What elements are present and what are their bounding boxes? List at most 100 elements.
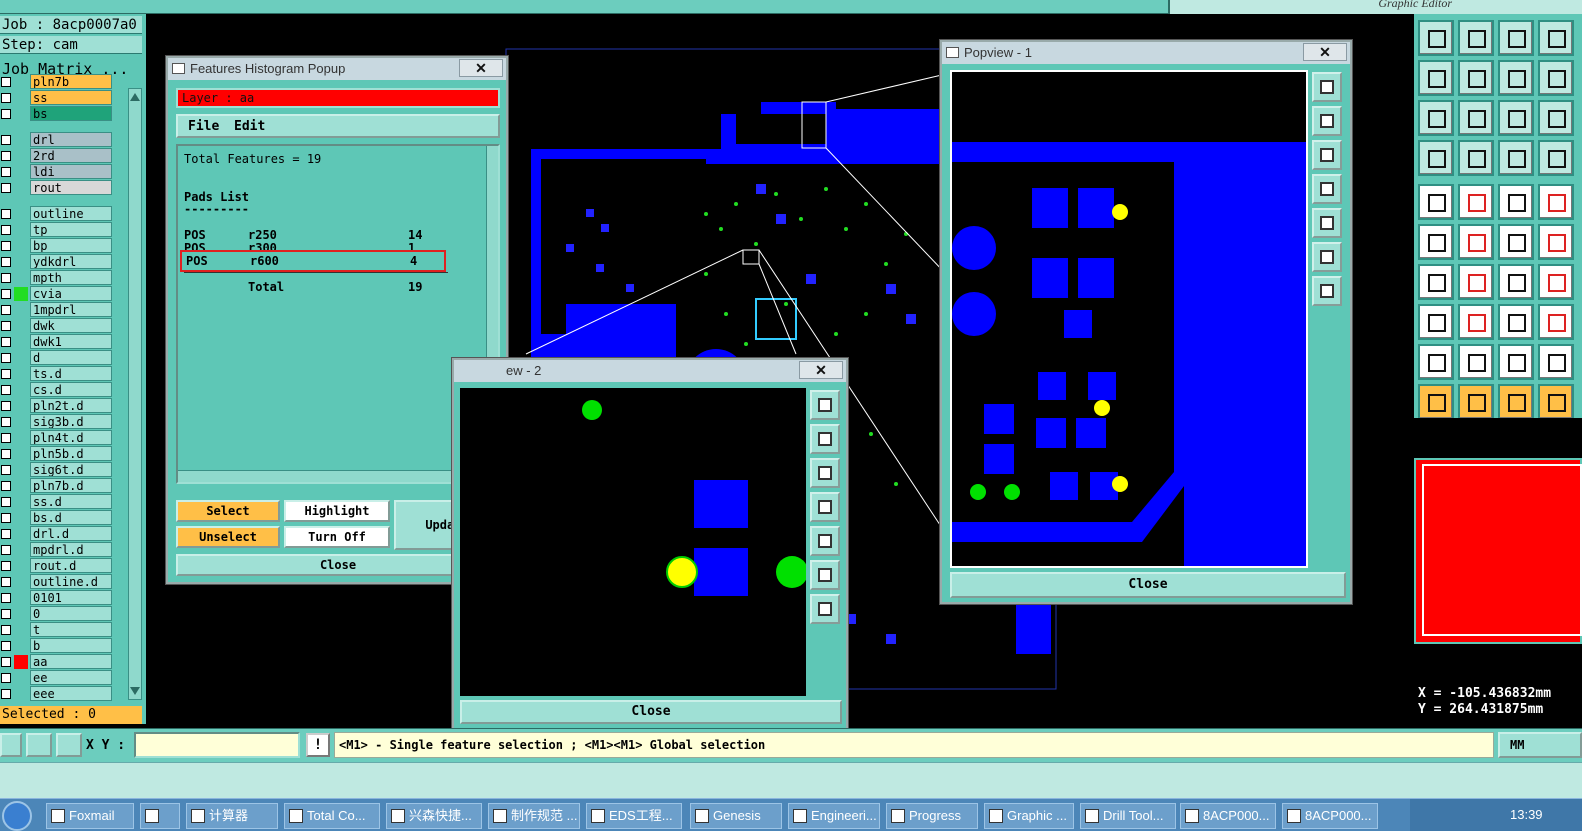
- popview-2-titlebar[interactable]: ew - 2 ✕: [454, 360, 846, 382]
- connect-icon[interactable]: [1418, 224, 1454, 260]
- zoom-out-button[interactable]: [810, 594, 840, 624]
- checkbox-icon[interactable]: [1, 305, 11, 315]
- grid-icon[interactable]: [56, 733, 82, 757]
- layer-row[interactable]: 2rd: [0, 148, 128, 164]
- taskbar-item[interactable]: Genesis: [690, 803, 782, 829]
- layer-row[interactable]: drl.d: [0, 526, 128, 542]
- layer-name[interactable]: tp: [30, 222, 112, 237]
- layer-name[interactable]: drl.d: [30, 526, 112, 541]
- checkbox-icon[interactable]: [1, 673, 11, 683]
- clip-icon[interactable]: [1418, 304, 1454, 340]
- checkbox-icon[interactable]: [1, 257, 11, 267]
- taskbar-item[interactable]: Graphic ...: [984, 803, 1074, 829]
- layer-row[interactable]: cs.d: [0, 382, 128, 398]
- layer-row[interactable]: pln7b: [0, 74, 128, 90]
- open-icon[interactable]: [1418, 20, 1454, 56]
- checkbox-icon[interactable]: [1, 609, 11, 619]
- histogram-titlebar[interactable]: Features Histogram Popup ✕: [168, 58, 506, 80]
- layer-icon[interactable]: [1498, 140, 1534, 176]
- select-button[interactable]: Select: [176, 500, 280, 522]
- highlight-button[interactable]: Highlight: [284, 500, 390, 522]
- checkbox-icon[interactable]: [1, 657, 11, 667]
- checkbox-icon[interactable]: [1, 433, 11, 443]
- line-icon[interactable]: [1458, 304, 1494, 340]
- layer-row[interactable]: 0101: [0, 590, 128, 606]
- layer-row[interactable]: ss.d: [0, 494, 128, 510]
- layer-row[interactable]: rout: [0, 180, 128, 196]
- layer-row[interactable]: dwk: [0, 318, 128, 334]
- xy-input[interactable]: [134, 732, 300, 758]
- layer-row[interactable]: bs.d: [0, 510, 128, 526]
- layer-name[interactable]: bp: [30, 238, 112, 253]
- checkbox-icon[interactable]: [1, 109, 11, 119]
- checkbox-icon[interactable]: [1, 513, 11, 523]
- layer-row[interactable]: cvia: [0, 286, 128, 302]
- pan-left-button[interactable]: [1312, 174, 1342, 204]
- pan-right-button[interactable]: [1312, 208, 1342, 238]
- import-icon[interactable]: [1418, 60, 1454, 96]
- layer-name[interactable]: 1mpdrl: [30, 302, 112, 317]
- taskbar-item[interactable]: 制作规范 ...: [488, 803, 580, 829]
- checkbox-icon[interactable]: [1, 401, 11, 411]
- home-icon[interactable]: [1498, 20, 1534, 56]
- layer-name[interactable]: drl: [30, 132, 112, 147]
- layer-row[interactable]: pln7b.d: [0, 478, 128, 494]
- checkbox-icon[interactable]: [1, 417, 11, 427]
- checkbox-icon[interactable]: [1, 497, 11, 507]
- checkbox-icon[interactable]: [1, 321, 11, 331]
- layer-name[interactable]: dwk: [30, 318, 112, 333]
- layer-name[interactable]: pln7b: [30, 74, 112, 89]
- layer-name[interactable]: outline.d: [30, 574, 112, 589]
- popview-1-canvas[interactable]: [950, 70, 1308, 568]
- checkbox-icon[interactable]: [1, 385, 11, 395]
- layer-name[interactable]: bs: [30, 106, 112, 121]
- pan-right-button[interactable]: [810, 526, 840, 556]
- layer-row[interactable]: t: [0, 622, 128, 638]
- taskbar-item[interactable]: 计算器: [186, 803, 278, 829]
- layer-name[interactable]: pln7b.d: [30, 478, 112, 493]
- alert-icon[interactable]: !: [306, 733, 330, 757]
- checkbox-icon[interactable]: [1, 529, 11, 539]
- checkbox-icon[interactable]: [1, 353, 11, 363]
- checkbox-icon[interactable]: [1, 241, 11, 251]
- taskbar-item[interactable]: Progress: [886, 803, 978, 829]
- taskbar-item[interactable]: 8ACP000...: [1180, 803, 1276, 829]
- layer-row[interactable]: b: [0, 638, 128, 654]
- checkbox-icon[interactable]: [1, 183, 11, 193]
- export-icon[interactable]: [1458, 60, 1494, 96]
- close-button[interactable]: ✕: [459, 59, 503, 77]
- popview-1-titlebar[interactable]: Popview - 1 ✕: [942, 42, 1350, 64]
- pointer2-icon[interactable]: [1458, 384, 1494, 420]
- layer-name[interactable]: eee: [30, 686, 112, 701]
- layer-row[interactable]: 1mpdrl: [0, 302, 128, 318]
- layer-name[interactable]: b: [30, 638, 112, 653]
- close-button[interactable]: ✕: [799, 361, 843, 379]
- step-label[interactable]: Step: cam: [0, 36, 142, 54]
- zoom-in-button[interactable]: [1312, 242, 1342, 272]
- text-icon[interactable]: [1538, 264, 1574, 300]
- net-icon[interactable]: [1538, 140, 1574, 176]
- move-icon[interactable]: [1498, 224, 1534, 260]
- layer-row[interactable]: ydkdrl: [0, 254, 128, 270]
- layer-name[interactable]: bs.d: [30, 510, 112, 525]
- palette-icon[interactable]: [1418, 140, 1454, 176]
- layer-name[interactable]: sig6t.d: [30, 462, 112, 477]
- layer-row[interactable]: ts.d: [0, 366, 128, 382]
- taskbar-item[interactable]: Foxmail: [46, 803, 134, 829]
- layer-name[interactable]: pln5b.d: [30, 446, 112, 461]
- start-orb-icon[interactable]: [2, 801, 32, 831]
- turn-off-button[interactable]: Turn Off: [284, 526, 390, 548]
- checkbox-icon[interactable]: [1, 561, 11, 571]
- layer-row[interactable]: sig6t.d: [0, 462, 128, 478]
- taskbar-item[interactable]: 8ACP000...: [1282, 803, 1378, 829]
- popview-2-close-button[interactable]: Close: [460, 700, 842, 724]
- checkbox-icon[interactable]: [1, 289, 11, 299]
- layer-row[interactable]: outline: [0, 206, 128, 222]
- checkbox-icon[interactable]: [1, 577, 11, 587]
- checkbox-icon[interactable]: [1, 167, 11, 177]
- layer-name[interactable]: cvia: [30, 286, 112, 301]
- triangle2-icon[interactable]: [1458, 344, 1494, 380]
- copy-icon[interactable]: [1538, 20, 1574, 56]
- layer-name[interactable]: pln4t.d: [30, 430, 112, 445]
- drill-icon[interactable]: [1458, 140, 1494, 176]
